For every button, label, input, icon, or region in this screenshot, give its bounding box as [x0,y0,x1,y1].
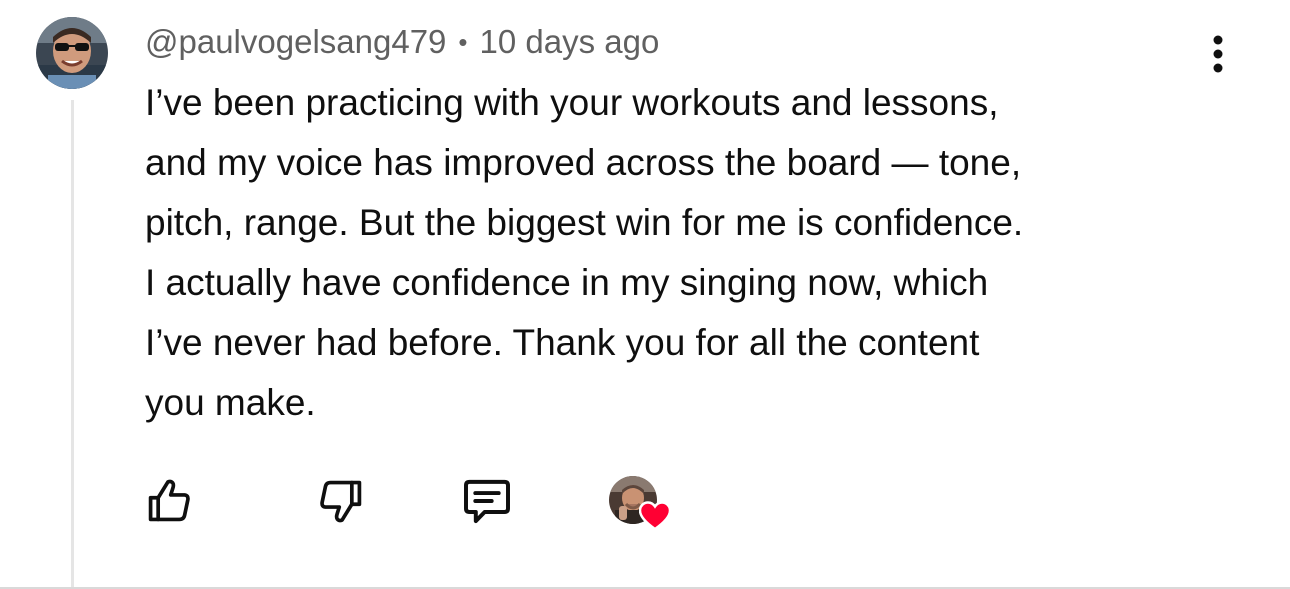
comment-timestamp[interactable]: 10 days ago [480,23,660,61]
comment-line: pitch, range. But the biggest win for me… [145,202,1024,243]
author-handle[interactable]: @paulvogelsang479 [145,23,446,61]
author-avatar-image [36,17,108,89]
meta-separator: • [458,26,468,57]
comment-reply-icon [464,479,510,524]
comment-line: I actually have confidence in my singing… [145,262,989,303]
heart-icon [639,501,671,531]
comment-body: I’ve been practicing with your workouts … [145,73,1235,433]
comment-meta: @paulvogelsang479 • 10 days ago [145,20,659,64]
thumbs-up-icon [148,479,190,522]
thread-line [71,100,74,589]
comment-line: I’ve been practicing with your workouts … [145,82,999,123]
thumbs-down-icon [320,480,362,523]
comment-line: you make. [145,382,316,423]
reply-button[interactable] [456,470,518,532]
dislike-button[interactable] [310,470,372,532]
like-button[interactable] [138,470,200,532]
author-avatar[interactable] [36,17,108,89]
vertical-dots-icon [1213,35,1223,73]
comment-line: I’ve never had before. Thank you for all… [145,322,980,363]
comment-line: and my voice has improved across the boa… [145,142,1022,183]
creator-heart-badge[interactable] [606,473,672,533]
